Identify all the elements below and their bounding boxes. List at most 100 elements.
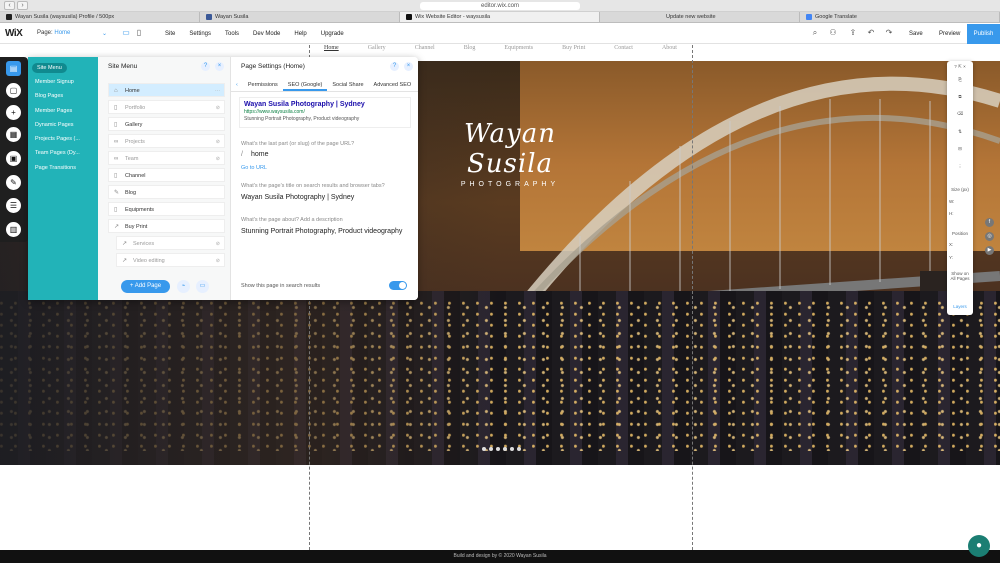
browser-tab[interactable]: Wayan Susila: [200, 12, 400, 22]
page-item-blog[interactable]: ✎ Blog: [108, 185, 225, 199]
show-in-search-toggle[interactable]: [389, 281, 407, 290]
add-link-button[interactable]: ⌁: [177, 280, 190, 293]
site-nav-contact[interactable]: Contact: [614, 45, 633, 61]
title-input[interactable]: Wayan Susila Photography | Sydney: [241, 194, 354, 201]
tab-permissions[interactable]: Permissions: [243, 78, 283, 91]
menu-site[interactable]: Site: [165, 31, 175, 37]
category-site-menu[interactable]: Site Menu: [32, 63, 67, 73]
close-icon[interactable]: ×: [215, 62, 224, 71]
page-item-equipments[interactable]: ▯ Equipments: [108, 202, 225, 216]
category-team-pages[interactable]: Team Pages (Dy...: [35, 150, 80, 156]
arrange-icon[interactable]: ⇅: [949, 129, 971, 135]
save-button[interactable]: Save: [909, 31, 923, 37]
media-icon[interactable]: ▣: [6, 151, 21, 166]
copy-icon[interactable]: ⎘: [949, 77, 971, 82]
address-bar[interactable]: editor.wix.com: [420, 2, 580, 10]
upload-icon[interactable]: ⇪: [848, 29, 858, 37]
mobile-icon[interactable]: ▯: [135, 29, 143, 37]
menu-settings[interactable]: Settings: [189, 31, 211, 37]
preview-button[interactable]: Preview: [939, 31, 960, 37]
hero-logo[interactable]: Wayan Susila PHOTOGRAPHY: [430, 119, 590, 188]
help-icon[interactable]: ?: [201, 62, 210, 71]
tab-seo[interactable]: SEO (Google): [282, 78, 328, 91]
google-translate-icon: [806, 14, 812, 20]
browser-tab-label: Update new website: [666, 13, 716, 20]
close-icon[interactable]: ×: [404, 62, 413, 71]
users-icon[interactable]: ⚇: [828, 29, 838, 37]
help-icon[interactable]: ?: [390, 62, 399, 71]
business-icon[interactable]: ▥: [6, 222, 21, 237]
forward-icon[interactable]: ›: [17, 1, 28, 10]
duplicate-icon[interactable]: ⧉: [949, 94, 971, 99]
show-on-all-pages[interactable]: Show on All Pages: [949, 271, 971, 281]
page-item-services[interactable]: ↗ Services ⊘: [116, 236, 225, 250]
tab-social-share[interactable]: Social Share: [327, 78, 368, 91]
chevron-right-icon[interactable]: ›: [416, 78, 418, 91]
wix-logo[interactable]: WiX: [5, 28, 23, 39]
site-nav-about[interactable]: About: [662, 45, 677, 61]
list-icon[interactable]: ☰: [6, 198, 21, 213]
slug-input[interactable]: home: [251, 151, 269, 158]
add-folder-button[interactable]: ▭: [196, 280, 209, 293]
x-field[interactable]: X:: [949, 242, 971, 247]
browser-tab[interactable]: Update new website: [600, 12, 800, 22]
site-nav-equipments[interactable]: Equipments: [504, 45, 533, 61]
browser-tab[interactable]: Google Translate: [800, 12, 1000, 22]
zoom-icon[interactable]: ⌕: [810, 29, 820, 37]
instagram-icon[interactable]: ◎: [985, 232, 994, 241]
facebook-icon[interactable]: f: [985, 218, 994, 227]
redo-icon[interactable]: ↷: [884, 29, 894, 37]
background-icon[interactable]: ▢: [6, 83, 21, 98]
back-icon[interactable]: ‹: [4, 1, 15, 10]
page-item-team[interactable]: ∞ Team ⊘: [108, 151, 225, 165]
app-market-icon[interactable]: ▦: [6, 127, 21, 142]
delete-icon[interactable]: ⌫: [949, 111, 971, 117]
tab-advanced-seo[interactable]: Advanced SEO: [369, 78, 417, 91]
menu-upgrade[interactable]: Upgrade: [321, 31, 344, 37]
more-icon[interactable]: ···: [215, 84, 220, 98]
menu-dev-mode[interactable]: Dev Mode: [253, 31, 280, 37]
width-field[interactable]: W:: [949, 199, 971, 204]
page-item-home[interactable]: ⌂ Home ···: [108, 83, 225, 97]
category-member-signup[interactable]: Member Signup: [35, 79, 74, 85]
slideshow-dots[interactable]: [482, 447, 521, 451]
category-page-transitions[interactable]: Page Transitions: [35, 165, 76, 171]
align-icon[interactable]: ⊟: [949, 146, 971, 152]
chevron-left-icon[interactable]: ‹: [231, 78, 243, 91]
publish-button[interactable]: Publish: [967, 24, 1000, 44]
category-dynamic-pages[interactable]: Dynamic Pages: [35, 122, 74, 128]
distribute-icon[interactable]: ⋮: [949, 164, 971, 170]
pen-icon[interactable]: ✎: [6, 175, 21, 190]
page-item-video-editing[interactable]: ↗ Video editing ⊘: [116, 253, 225, 267]
category-projects-pages[interactable]: Projects Pages (...: [35, 136, 80, 142]
chat-icon[interactable]: ●: [968, 535, 990, 557]
pages-icon[interactable]: ▤: [6, 61, 21, 76]
site-nav-buy-print[interactable]: Buy Print: [562, 45, 585, 61]
add-page-button[interactable]: + Add Page: [121, 280, 170, 293]
browser-tab[interactable]: Wayan Susila (waysusila) Profile / 500px: [0, 12, 200, 22]
youtube-icon[interactable]: ▶: [985, 246, 994, 255]
undo-icon[interactable]: ↶: [866, 29, 876, 37]
add-icon[interactable]: +: [6, 105, 21, 120]
y-field[interactable]: Y:: [949, 255, 971, 260]
site-nav-blog[interactable]: Blog: [464, 45, 476, 61]
category-member-pages[interactable]: Member Pages: [35, 108, 72, 114]
browser-tab-active[interactable]: Wix Website Editor - waysusila: [400, 12, 600, 22]
description-input[interactable]: Stunning Portrait Photography, Product v…: [241, 228, 402, 235]
menu-help[interactable]: Help: [294, 31, 306, 37]
layers-link[interactable]: Layers: [949, 304, 971, 309]
desktop-icon[interactable]: ▭: [122, 29, 130, 37]
category-blog-pages[interactable]: Blog Pages: [35, 93, 63, 99]
page-selector-label: Page:: [37, 30, 53, 36]
height-field[interactable]: H:: [949, 211, 971, 216]
page-item-channel[interactable]: ▯ Channel: [108, 168, 225, 182]
hidden-eye-icon: ⊘: [215, 156, 220, 162]
go-to-url-link[interactable]: Go to URL: [241, 165, 267, 171]
page-item-gallery[interactable]: ▯ Gallery: [108, 117, 225, 131]
page-item-projects[interactable]: ∞ Projects ⊘: [108, 134, 225, 148]
page-item-buy-print[interactable]: ↗ Buy Print: [108, 219, 225, 233]
page-selector[interactable]: Page: Home ⌄: [37, 30, 107, 39]
menu-tools[interactable]: Tools: [225, 31, 239, 37]
page-item-portfolio[interactable]: ▯ Portfolio ⊘: [108, 100, 225, 114]
inspector-toolbar-icons[interactable]: ? ⇱ ×: [949, 64, 971, 70]
